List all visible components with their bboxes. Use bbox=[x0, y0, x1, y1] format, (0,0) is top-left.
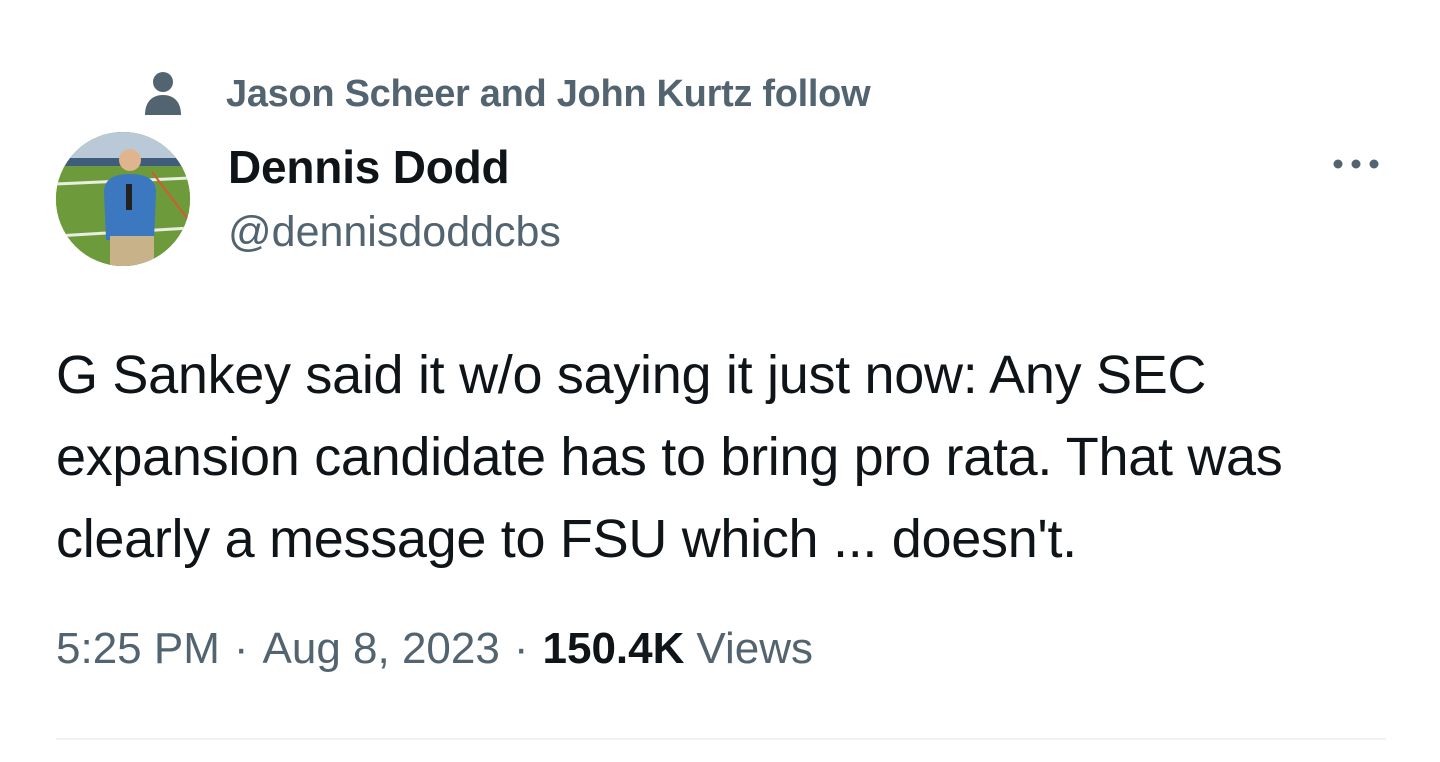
tweet-meta: 5:25 PM · Aug 8, 2023 · 150.4K Views bbox=[56, 624, 813, 674]
tweet-text: G Sankey said it w/o saying it just now:… bbox=[56, 345, 1283, 569]
more-button[interactable] bbox=[1324, 146, 1388, 186]
avatar[interactable] bbox=[56, 132, 190, 266]
divider bbox=[56, 738, 1386, 740]
tweet-time[interactable]: 5:25 PM bbox=[56, 624, 220, 674]
more-horizontal-icon bbox=[1332, 157, 1380, 175]
views-label[interactable]: Views bbox=[696, 624, 813, 674]
views-count[interactable]: 150.4K bbox=[543, 624, 685, 674]
author-handle[interactable]: @dennisdoddcbs bbox=[228, 208, 561, 257]
author-display-name[interactable]: Dennis Dodd bbox=[228, 140, 510, 194]
meta-separator: · bbox=[513, 624, 529, 673]
tweet-date[interactable]: Aug 8, 2023 bbox=[263, 624, 500, 674]
person-icon bbox=[140, 69, 186, 119]
meta-separator: · bbox=[233, 624, 249, 673]
social-context-text[interactable]: Jason Scheer and John Kurtz follow bbox=[226, 73, 871, 116]
social-context: Jason Scheer and John Kurtz follow bbox=[140, 66, 871, 122]
